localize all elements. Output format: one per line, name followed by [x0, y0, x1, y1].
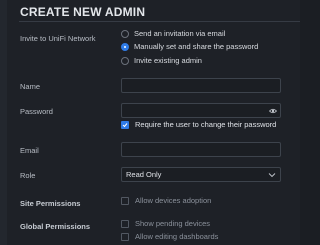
panel-left-edge	[0, 0, 7, 245]
allow-devices-adoption-row[interactable]: Allow devices adoption	[121, 195, 211, 206]
name-label: Name	[20, 82, 41, 91]
email-input[interactable]	[121, 142, 281, 157]
require-password-change-label: Require the user to change their passwor…	[135, 120, 277, 129]
radio-existing-admin[interactable]: Invite existing admin	[121, 55, 202, 66]
radio-circle-manual-password[interactable]	[121, 42, 129, 51]
password-label: Password	[20, 107, 53, 116]
email-label: Email	[20, 146, 39, 155]
invite-label: Invite to UniFi Network	[20, 34, 96, 43]
allow-editing-dashboards-label: Allow editing dashboards	[135, 232, 219, 241]
allow-devices-adoption-label: Allow devices adoption	[135, 196, 212, 205]
radio-label-send-invitation: Send an invitation via email	[134, 29, 226, 38]
radio-send-invitation[interactable]: Send an invitation via email	[121, 28, 225, 39]
title-divider	[19, 21, 300, 22]
role-select-value: Read Only	[126, 170, 162, 179]
radio-circle-send-invitation[interactable]	[121, 29, 129, 38]
radio-label-existing-admin: Invite existing admin	[134, 56, 202, 65]
password-input[interactable]	[121, 103, 281, 118]
global-permissions-label: Global Permissions	[20, 222, 91, 231]
name-input[interactable]	[121, 78, 281, 93]
radio-label-manual-password: Manually set and share the password	[134, 42, 259, 51]
role-select[interactable]: Read Only	[121, 167, 281, 182]
eye-icon[interactable]	[269, 107, 277, 115]
require-password-change-row[interactable]: Require the user to change their passwor…	[121, 119, 276, 130]
panel-title: CREATE NEW ADMIN	[20, 5, 146, 19]
allow-editing-dashboards-row[interactable]: Allow editing dashboards	[121, 231, 218, 242]
allow-devices-adoption-checkbox[interactable]	[121, 196, 129, 205]
show-pending-devices-checkbox[interactable]	[121, 219, 129, 228]
radio-circle-existing-admin[interactable]	[121, 56, 129, 65]
chevron-down-icon	[268, 173, 276, 178]
show-pending-devices-row[interactable]: Show pending devices	[121, 218, 210, 229]
allow-editing-dashboards-checkbox[interactable]	[121, 232, 129, 241]
site-permissions-label: Site Permissions	[20, 199, 81, 208]
create-admin-panel: CREATE NEW ADMIN Invite to UniFi Network…	[0, 0, 300, 245]
radio-manual-password[interactable]: Manually set and share the password	[121, 41, 258, 52]
show-pending-devices-label: Show pending devices	[135, 219, 211, 228]
role-label: Role	[20, 171, 36, 180]
require-password-change-checkbox[interactable]	[121, 120, 129, 129]
check-icon	[122, 122, 128, 127]
